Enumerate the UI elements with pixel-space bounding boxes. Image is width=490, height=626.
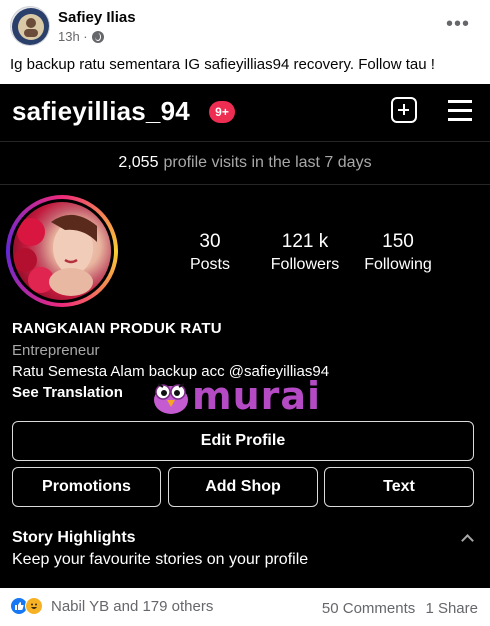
text-button[interactable]: Text bbox=[324, 467, 474, 507]
engagement-counts: 50 Comments 1 Share bbox=[322, 600, 478, 617]
edit-profile-button[interactable]: Edit Profile bbox=[12, 421, 474, 461]
reactors-text[interactable]: Nabil YB and 179 others bbox=[51, 598, 213, 615]
chevron-up-icon[interactable] bbox=[461, 534, 474, 547]
watermark: murai bbox=[150, 374, 330, 424]
bio-name: RANGKAIAN PRODUK RATU bbox=[12, 320, 222, 337]
watermark-text: murai bbox=[192, 374, 322, 418]
story-highlights-title: Story Highlights bbox=[12, 529, 136, 546]
visits-count: 2,055 bbox=[118, 154, 159, 171]
stat-following[interactable]: 150 Following bbox=[358, 231, 438, 274]
stat-following-label: Following bbox=[364, 256, 432, 273]
globe-icon bbox=[91, 30, 104, 43]
stat-posts-count: 30 bbox=[199, 231, 221, 252]
haha-reaction-icon bbox=[25, 597, 43, 615]
profile-photo bbox=[13, 202, 111, 300]
add-post-icon bbox=[391, 97, 417, 123]
stat-followers[interactable]: 121 k Followers bbox=[265, 231, 345, 274]
stat-followers-count: 121 k bbox=[281, 231, 329, 252]
more-options-button[interactable]: ••• bbox=[446, 14, 470, 34]
promotions-button[interactable]: Promotions bbox=[12, 467, 161, 507]
reactions-summary[interactable]: Nabil YB and 179 others bbox=[10, 597, 213, 615]
stat-posts-label: Posts bbox=[189, 256, 230, 273]
story-highlights-subtitle: Keep your favourite stories on your prof… bbox=[12, 551, 309, 568]
bio-category: Entrepreneur bbox=[12, 342, 100, 359]
post-time[interactable]: 13h · bbox=[58, 29, 88, 44]
bird-logo-icon bbox=[154, 383, 188, 414]
instagram-screenshot: safieyillias_94 9+ 2,055 profile visits … bbox=[0, 84, 490, 588]
comments-count[interactable]: 50 Comments bbox=[322, 600, 415, 617]
stat-following-count: 150 bbox=[382, 231, 414, 252]
hamburger-menu-icon bbox=[448, 100, 472, 121]
author-name[interactable]: Safiey Ilias bbox=[58, 9, 136, 26]
stat-posts[interactable]: 30 Posts bbox=[175, 231, 245, 274]
ig-top-bar: safieyillias_94 9+ bbox=[0, 84, 490, 139]
ig-stats: 30 Posts 121 k Followers 150 Following bbox=[170, 231, 460, 275]
notification-badge: 9+ bbox=[209, 101, 235, 123]
ig-profile-avatar bbox=[6, 195, 118, 307]
stat-followers-label: Followers bbox=[270, 256, 340, 273]
post-header: Safiey Ilias 13h · ••• bbox=[0, 0, 490, 50]
profile-visits-banner: 2,055 profile visits in the last 7 days bbox=[0, 141, 490, 185]
ig-username: safieyillias_94 bbox=[12, 96, 190, 126]
add-shop-button[interactable]: Add Shop bbox=[168, 467, 318, 507]
author-avatar[interactable] bbox=[10, 6, 50, 46]
shares-count[interactable]: 1 Share bbox=[425, 600, 478, 617]
post-meta: 13h · bbox=[58, 29, 104, 44]
avatar-image-icon bbox=[12, 8, 49, 45]
post-text: Ig backup ratu sementara IG safieyillias… bbox=[10, 56, 435, 73]
visits-label: profile visits in the last 7 days bbox=[163, 154, 372, 171]
see-translation-link[interactable]: See Translation bbox=[12, 384, 123, 401]
